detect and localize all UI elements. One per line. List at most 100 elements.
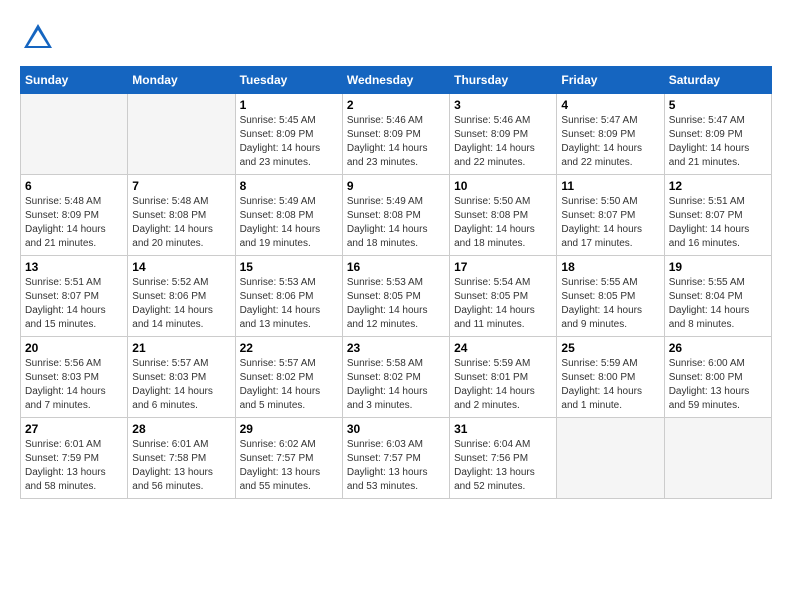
calendar-cell: 4Sunrise: 5:47 AM Sunset: 8:09 PM Daylig… — [557, 94, 664, 175]
day-info: Sunrise: 5:49 AM Sunset: 8:08 PM Dayligh… — [240, 195, 338, 251]
day-number: 27 — [25, 422, 123, 436]
calendar-cell: 10 Sunrise: 5:50 AM Sunset: 8:08 PM Dayli… — [450, 175, 557, 256]
calendar-week-row: 20Sunrise: 5:56 AM Sunset: 8:03 PM Dayli… — [21, 337, 772, 418]
calendar-cell: 31 Sunrise: 6:04 AM Sunset: 7:56 PM Dayli… — [450, 418, 557, 499]
day-number: 17 — [454, 260, 552, 274]
calendar-cell: 6 Sunrise: 5:48 AM Sunset: 8:09 PM Daylig… — [21, 175, 128, 256]
day-number: 28 — [132, 422, 230, 436]
day-info: Sunrise: 6:01 AM Sunset: 7:58 PM Dayligh… — [132, 438, 230, 494]
day-info: Sunrise: 5:51 AM Sunset: 8:07 PM Dayligh… — [669, 195, 767, 251]
calendar-week-row: 27 Sunrise: 6:01 AM Sunset: 7:59 PM Dayli… — [21, 418, 772, 499]
calendar-cell: 1 Sunrise: 5:45 AM Sunset: 8:09 PM Daylig… — [235, 94, 342, 175]
calendar-cell: 15 Sunrise: 5:53 AM Sunset: 8:06 PM Dayli… — [235, 256, 342, 337]
calendar-cell: 14Sunrise: 5:52 AM Sunset: 8:06 PM Dayli… — [128, 256, 235, 337]
day-info: Sunrise: 5:50 AM Sunset: 8:07 PM Dayligh… — [561, 195, 659, 251]
calendar-cell: 17 Sunrise: 5:54 AM Sunset: 8:05 PM Dayli… — [450, 256, 557, 337]
calendar-cell: 29 Sunrise: 6:02 AM Sunset: 7:57 PM Dayli… — [235, 418, 342, 499]
day-number: 10 — [454, 179, 552, 193]
day-number: 23 — [347, 341, 445, 355]
day-info: Sunrise: 5:48 AM Sunset: 8:09 PM Dayligh… — [25, 195, 123, 251]
calendar-cell: 8 Sunrise: 5:49 AM Sunset: 8:08 PM Daylig… — [235, 175, 342, 256]
day-of-week-header: Tuesday — [235, 67, 342, 94]
calendar-table: SundayMondayTuesdayWednesdayThursdayFrid… — [20, 66, 772, 499]
day-info: Sunrise: 5:54 AM Sunset: 8:05 PM Dayligh… — [454, 276, 552, 332]
day-number: 21 — [132, 341, 230, 355]
day-number: 29 — [240, 422, 338, 436]
day-of-week-header: Monday — [128, 67, 235, 94]
calendar-cell: 12 Sunrise: 5:51 AM Sunset: 8:07 PM Dayli… — [664, 175, 771, 256]
calendar-cell: 13Sunrise: 5:51 AM Sunset: 8:07 PM Dayli… — [21, 256, 128, 337]
calendar-cell: 19 Sunrise: 5:55 AM Sunset: 8:04 PM Dayli… — [664, 256, 771, 337]
page-header — [20, 20, 772, 56]
day-of-week-header: Sunday — [21, 67, 128, 94]
day-info: Sunrise: 5:47 AM Sunset: 8:09 PM Dayligh… — [669, 114, 767, 170]
day-number: 5 — [669, 98, 767, 112]
calendar-cell: 20Sunrise: 5:56 AM Sunset: 8:03 PM Dayli… — [21, 337, 128, 418]
day-info: Sunrise: 5:48 AM Sunset: 8:08 PM Dayligh… — [132, 195, 230, 251]
day-number: 8 — [240, 179, 338, 193]
day-number: 25 — [561, 341, 659, 355]
day-number: 6 — [25, 179, 123, 193]
day-number: 30 — [347, 422, 445, 436]
day-of-week-header: Wednesday — [342, 67, 449, 94]
day-info: Sunrise: 5:58 AM Sunset: 8:02 PM Dayligh… — [347, 357, 445, 413]
day-number: 18 — [561, 260, 659, 274]
day-info: Sunrise: 6:03 AM Sunset: 7:57 PM Dayligh… — [347, 438, 445, 494]
day-info: Sunrise: 6:00 AM Sunset: 8:00 PM Dayligh… — [669, 357, 767, 413]
day-of-week-header: Friday — [557, 67, 664, 94]
day-number: 2 — [347, 98, 445, 112]
day-info: Sunrise: 5:50 AM Sunset: 8:08 PM Dayligh… — [454, 195, 552, 251]
calendar-header-row: SundayMondayTuesdayWednesdayThursdayFrid… — [21, 67, 772, 94]
calendar-cell: 24 Sunrise: 5:59 AM Sunset: 8:01 PM Dayli… — [450, 337, 557, 418]
calendar-cell: 18 Sunrise: 5:55 AM Sunset: 8:05 PM Dayli… — [557, 256, 664, 337]
logo-icon — [20, 20, 56, 56]
calendar-cell: 16 Sunrise: 5:53 AM Sunset: 8:05 PM Dayli… — [342, 256, 449, 337]
day-info: Sunrise: 5:46 AM Sunset: 8:09 PM Dayligh… — [454, 114, 552, 170]
day-number: 15 — [240, 260, 338, 274]
day-info: Sunrise: 5:49 AM Sunset: 8:08 PM Dayligh… — [347, 195, 445, 251]
day-info: Sunrise: 6:04 AM Sunset: 7:56 PM Dayligh… — [454, 438, 552, 494]
day-info: Sunrise: 5:53 AM Sunset: 8:06 PM Dayligh… — [240, 276, 338, 332]
day-info: Sunrise: 5:46 AM Sunset: 8:09 PM Dayligh… — [347, 114, 445, 170]
day-info: Sunrise: 5:55 AM Sunset: 8:05 PM Dayligh… — [561, 276, 659, 332]
calendar-cell: 3Sunrise: 5:46 AM Sunset: 8:09 PM Daylig… — [450, 94, 557, 175]
calendar-week-row: 6 Sunrise: 5:48 AM Sunset: 8:09 PM Daylig… — [21, 175, 772, 256]
day-number: 22 — [240, 341, 338, 355]
calendar-cell: 28 Sunrise: 6:01 AM Sunset: 7:58 PM Dayli… — [128, 418, 235, 499]
calendar-cell: 22 Sunrise: 5:57 AM Sunset: 8:02 PM Dayli… — [235, 337, 342, 418]
day-number: 19 — [669, 260, 767, 274]
day-number: 1 — [240, 98, 338, 112]
calendar-cell: 30 Sunrise: 6:03 AM Sunset: 7:57 PM Dayli… — [342, 418, 449, 499]
calendar-cell: 27 Sunrise: 6:01 AM Sunset: 7:59 PM Dayli… — [21, 418, 128, 499]
day-info: Sunrise: 5:55 AM Sunset: 8:04 PM Dayligh… — [669, 276, 767, 332]
calendar-cell: 25Sunrise: 5:59 AM Sunset: 8:00 PM Dayli… — [557, 337, 664, 418]
day-info: Sunrise: 5:45 AM Sunset: 8:09 PM Dayligh… — [240, 114, 338, 170]
day-number: 11 — [561, 179, 659, 193]
day-number: 12 — [669, 179, 767, 193]
calendar-cell: 26 Sunrise: 6:00 AM Sunset: 8:00 PM Dayli… — [664, 337, 771, 418]
day-number: 4 — [561, 98, 659, 112]
calendar-cell: 21Sunrise: 5:57 AM Sunset: 8:03 PM Dayli… — [128, 337, 235, 418]
day-number: 14 — [132, 260, 230, 274]
day-of-week-header: Thursday — [450, 67, 557, 94]
day-number: 24 — [454, 341, 552, 355]
day-number: 26 — [669, 341, 767, 355]
day-number: 9 — [347, 179, 445, 193]
day-number: 16 — [347, 260, 445, 274]
calendar-cell: 11 Sunrise: 5:50 AM Sunset: 8:07 PM Dayli… — [557, 175, 664, 256]
day-number: 31 — [454, 422, 552, 436]
calendar-cell: 23 Sunrise: 5:58 AM Sunset: 8:02 PM Dayli… — [342, 337, 449, 418]
day-info: Sunrise: 6:02 AM Sunset: 7:57 PM Dayligh… — [240, 438, 338, 494]
day-info: Sunrise: 5:56 AM Sunset: 8:03 PM Dayligh… — [25, 357, 123, 413]
logo — [20, 20, 60, 56]
day-number: 13 — [25, 260, 123, 274]
calendar-cell — [128, 94, 235, 175]
day-info: Sunrise: 5:59 AM Sunset: 8:01 PM Dayligh… — [454, 357, 552, 413]
calendar-cell: 9 Sunrise: 5:49 AM Sunset: 8:08 PM Daylig… — [342, 175, 449, 256]
day-info: Sunrise: 6:01 AM Sunset: 7:59 PM Dayligh… — [25, 438, 123, 494]
day-number: 7 — [132, 179, 230, 193]
calendar-cell — [557, 418, 664, 499]
day-info: Sunrise: 5:57 AM Sunset: 8:02 PM Dayligh… — [240, 357, 338, 413]
day-info: Sunrise: 5:53 AM Sunset: 8:05 PM Dayligh… — [347, 276, 445, 332]
calendar-cell: 5 Sunrise: 5:47 AM Sunset: 8:09 PM Daylig… — [664, 94, 771, 175]
